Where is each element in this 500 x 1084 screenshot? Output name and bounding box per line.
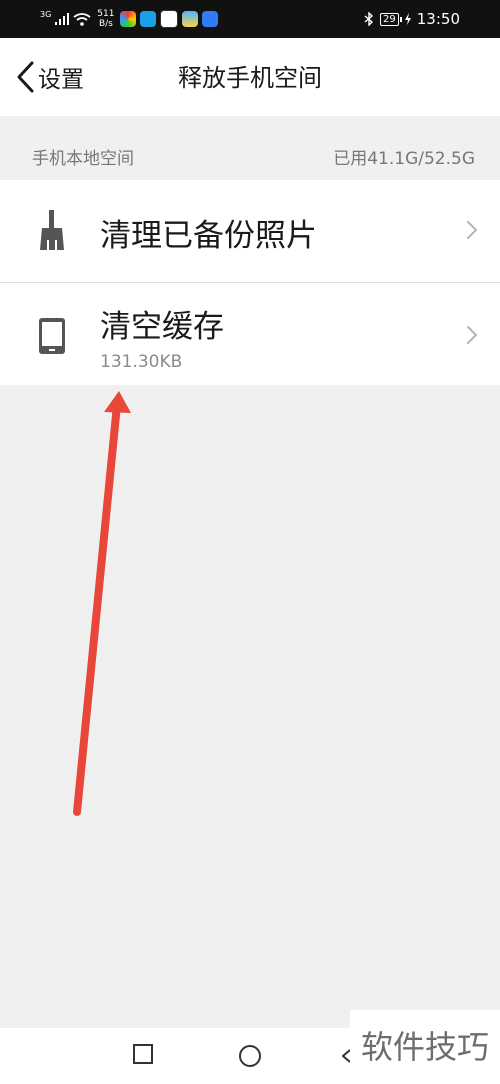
app-icon-bulb <box>140 11 157 27</box>
broom-icon <box>38 208 66 256</box>
app-bar: 设置 释放手机空间 <box>0 38 500 116</box>
cache-size: 131.30KB <box>100 352 183 372</box>
battery-indicator: 29 <box>380 12 402 26</box>
page-title: 释放手机空间 <box>178 64 322 92</box>
wifi-icon <box>73 12 91 26</box>
item-title: 清空缓存 <box>100 309 224 345</box>
bluetooth-icon <box>364 12 374 26</box>
app-icon-shutter <box>160 10 179 28</box>
status-left: 3G 511 B/s <box>40 0 219 38</box>
charging-icon <box>404 13 411 25</box>
signal-icon <box>55 13 70 25</box>
storage-section-header: 手机本地空间 已用41.1G/52.5G <box>0 116 500 178</box>
network-type: 3G <box>40 10 52 19</box>
section-title: 手机本地空间 <box>32 149 134 169</box>
app-icon-colorful <box>120 11 137 27</box>
clock: 13:50 <box>416 10 460 28</box>
status-right: 29 13:50 <box>364 0 460 38</box>
square-icon[interactable] <box>133 1044 153 1068</box>
watermark: 软件技巧 <box>350 1010 500 1084</box>
app-icon-runner <box>202 11 219 27</box>
network-speed: 511 B/s <box>97 9 115 29</box>
storage-usage: 已用41.1G/52.5G <box>333 149 475 169</box>
list-item-clean-backed-up-photos[interactable]: 清理已备份照片 <box>0 180 500 282</box>
chevron-right-icon <box>466 220 478 244</box>
app-icon-weather <box>182 11 199 27</box>
circle-icon[interactable] <box>238 1044 262 1072</box>
status-bar: 3G 511 B/s 29 13:50 <box>0 0 500 38</box>
chevron-right-icon <box>466 325 478 349</box>
item-title: 清理已备份照片 <box>100 218 317 254</box>
list-item-clear-cache[interactable]: 清空缓存 131.30KB <box>0 283 500 385</box>
phone-icon <box>38 317 66 359</box>
